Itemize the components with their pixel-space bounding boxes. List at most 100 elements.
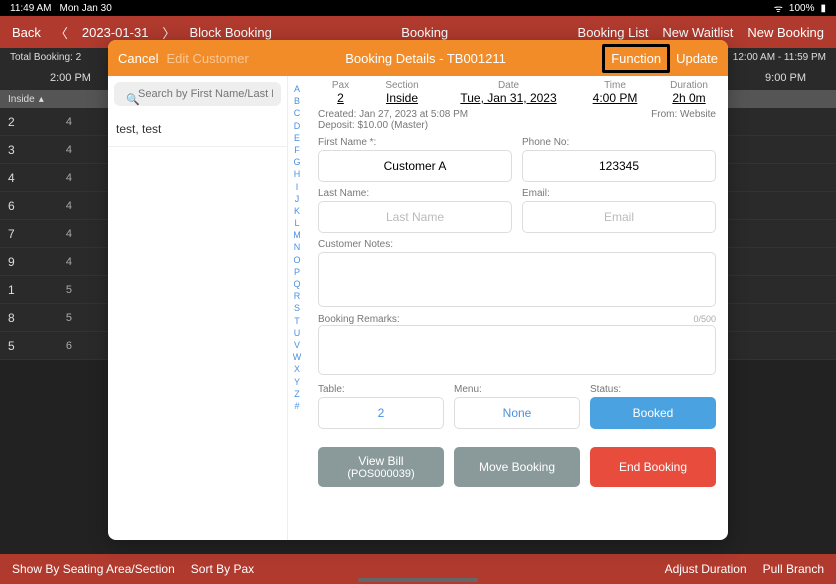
modal-header: Cancel Edit Customer Booking Details - T… xyxy=(108,40,728,76)
alpha-letter[interactable]: P xyxy=(288,267,306,277)
view-bill-button[interactable]: View Bill (POS000039) xyxy=(318,447,444,487)
search-result-item[interactable]: test, test xyxy=(108,112,287,147)
alpha-letter[interactable]: S xyxy=(288,303,306,313)
last-name-label: Last Name: xyxy=(318,188,512,199)
customer-notes-input[interactable] xyxy=(318,252,716,307)
booking-summary: Pax2 SectionInside DateTue, Jan 31, 2023… xyxy=(318,80,716,105)
alpha-letter[interactable]: O xyxy=(288,255,306,265)
status-button[interactable]: Booked xyxy=(590,397,716,429)
page-title: Booking xyxy=(286,25,564,40)
alpha-letter[interactable]: D xyxy=(288,121,306,131)
date-value[interactable]: Tue, Jan 31, 2023 xyxy=(441,91,576,105)
first-name-input[interactable] xyxy=(318,150,512,182)
alpha-letter[interactable]: G xyxy=(288,157,306,167)
alpha-letter[interactable]: U xyxy=(288,328,306,338)
created-text: Created: Jan 27, 2023 at 5:08 PM xyxy=(318,109,468,120)
total-booking-value: 2 xyxy=(76,52,82,63)
chevron-right-icon[interactable]: 〉 xyxy=(162,23,175,42)
new-booking-button[interactable]: New Booking xyxy=(747,25,824,40)
chevron-up-icon: ▴ xyxy=(39,94,44,105)
booking-form: Pax2 SectionInside DateTue, Jan 31, 2023… xyxy=(306,76,728,540)
modal-title: Booking Details - TB001211 xyxy=(249,51,602,66)
alpha-letter[interactable]: E xyxy=(288,133,306,143)
new-waitlist-button[interactable]: New Waitlist xyxy=(662,25,733,40)
phone-input[interactable] xyxy=(522,150,716,182)
alpha-letter[interactable]: H xyxy=(288,169,306,179)
status-label: Status: xyxy=(590,384,716,395)
cancel-button[interactable]: Cancel xyxy=(118,51,158,66)
alpha-letter[interactable]: W xyxy=(288,352,306,362)
status-bar: 11:49 AM Mon Jan 30 ᯤ 100% ▮ xyxy=(0,0,836,16)
alpha-letter[interactable]: L xyxy=(288,218,306,228)
booking-remarks-label: Booking Remarks: xyxy=(318,314,400,325)
alpha-letter[interactable]: A xyxy=(288,84,306,94)
section-name: Inside xyxy=(8,94,35,105)
table-label: Table: xyxy=(318,384,444,395)
show-by-seating-button[interactable]: Show By Seating Area/Section xyxy=(12,562,175,576)
wifi-icon: ᯤ xyxy=(774,1,783,15)
adjust-duration-button[interactable]: Adjust Duration xyxy=(665,562,747,576)
phone-label: Phone No: xyxy=(522,137,716,148)
booking-list-button[interactable]: Booking List xyxy=(578,25,649,40)
move-booking-button[interactable]: Move Booking xyxy=(454,447,580,487)
alpha-letter[interactable]: V xyxy=(288,340,306,350)
time-marker: 2:00 PM xyxy=(50,72,91,84)
sort-by-pax-button[interactable]: Sort By Pax xyxy=(191,562,254,576)
alpha-letter[interactable]: F xyxy=(288,145,306,155)
duration-value[interactable]: 2h 0m xyxy=(654,91,724,105)
first-name-label: First Name *: xyxy=(318,137,512,148)
block-booking-button[interactable]: Block Booking xyxy=(189,25,271,40)
alpha-letter[interactable]: X xyxy=(288,364,306,374)
nav-date[interactable]: 2023-01-31 xyxy=(82,25,149,40)
function-button[interactable]: Function xyxy=(602,44,670,73)
booking-remarks-input[interactable] xyxy=(318,325,716,375)
alpha-letter[interactable]: B xyxy=(288,96,306,106)
booking-details-modal: Cancel Edit Customer Booking Details - T… xyxy=(108,40,728,540)
section-value[interactable]: Inside xyxy=(367,91,437,105)
alpha-letter[interactable]: Y xyxy=(288,377,306,387)
chevron-left-icon[interactable]: 〈 xyxy=(55,23,68,42)
email-input[interactable] xyxy=(522,201,716,233)
pax-label: Pax xyxy=(318,80,363,91)
alpha-letter[interactable]: Z xyxy=(288,389,306,399)
customer-notes-label: Customer Notes: xyxy=(318,239,716,250)
battery-icon: ▮ xyxy=(820,3,826,14)
customer-search-panel: 🔍 test, test xyxy=(108,76,288,540)
status-date: Mon Jan 30 xyxy=(60,3,112,14)
pull-branch-button[interactable]: Pull Branch xyxy=(763,562,824,576)
alpha-letter[interactable]: J xyxy=(288,194,306,204)
alpha-letter[interactable]: C xyxy=(288,108,306,118)
alpha-letter[interactable]: # xyxy=(288,401,306,411)
edit-customer-button[interactable]: Edit Customer xyxy=(166,51,248,66)
alpha-letter[interactable]: N xyxy=(288,242,306,252)
status-time: 11:49 AM xyxy=(10,3,52,14)
time-label: Time xyxy=(580,80,650,91)
alpha-letter[interactable]: Q xyxy=(288,279,306,289)
remarks-char-count: 0/500 xyxy=(693,314,716,324)
menu-select[interactable]: None xyxy=(454,397,580,429)
alpha-letter[interactable]: I xyxy=(288,182,306,192)
update-button[interactable]: Update xyxy=(676,51,718,66)
home-indicator[interactable] xyxy=(358,578,478,582)
date-label: Date xyxy=(441,80,576,91)
alpha-letter[interactable]: K xyxy=(288,206,306,216)
deposit-text: Deposit: $10.00 (Master) xyxy=(318,120,428,131)
alpha-index[interactable]: ABCDEFGHIJKLMNOPQRSTUVWXYZ # xyxy=(288,76,306,540)
time-range: 12:00 AM - 11:59 PM xyxy=(733,52,826,63)
pax-value[interactable]: 2 xyxy=(318,91,363,105)
menu-label: Menu: xyxy=(454,384,580,395)
section-label: Section xyxy=(367,80,437,91)
back-button[interactable]: Back xyxy=(12,25,41,40)
battery-percent: 100% xyxy=(789,3,815,14)
alpha-letter[interactable]: M xyxy=(288,230,306,240)
duration-label: Duration xyxy=(654,80,724,91)
end-booking-button[interactable]: End Booking xyxy=(590,447,716,487)
alpha-letter[interactable]: R xyxy=(288,291,306,301)
search-icon: 🔍 xyxy=(126,93,140,106)
table-select[interactable]: 2 xyxy=(318,397,444,429)
last-name-input[interactable] xyxy=(318,201,512,233)
email-label: Email: xyxy=(522,188,716,199)
total-booking-label: Total Booking: xyxy=(10,52,73,63)
alpha-letter[interactable]: T xyxy=(288,316,306,326)
time-value[interactable]: 4:00 PM xyxy=(580,91,650,105)
